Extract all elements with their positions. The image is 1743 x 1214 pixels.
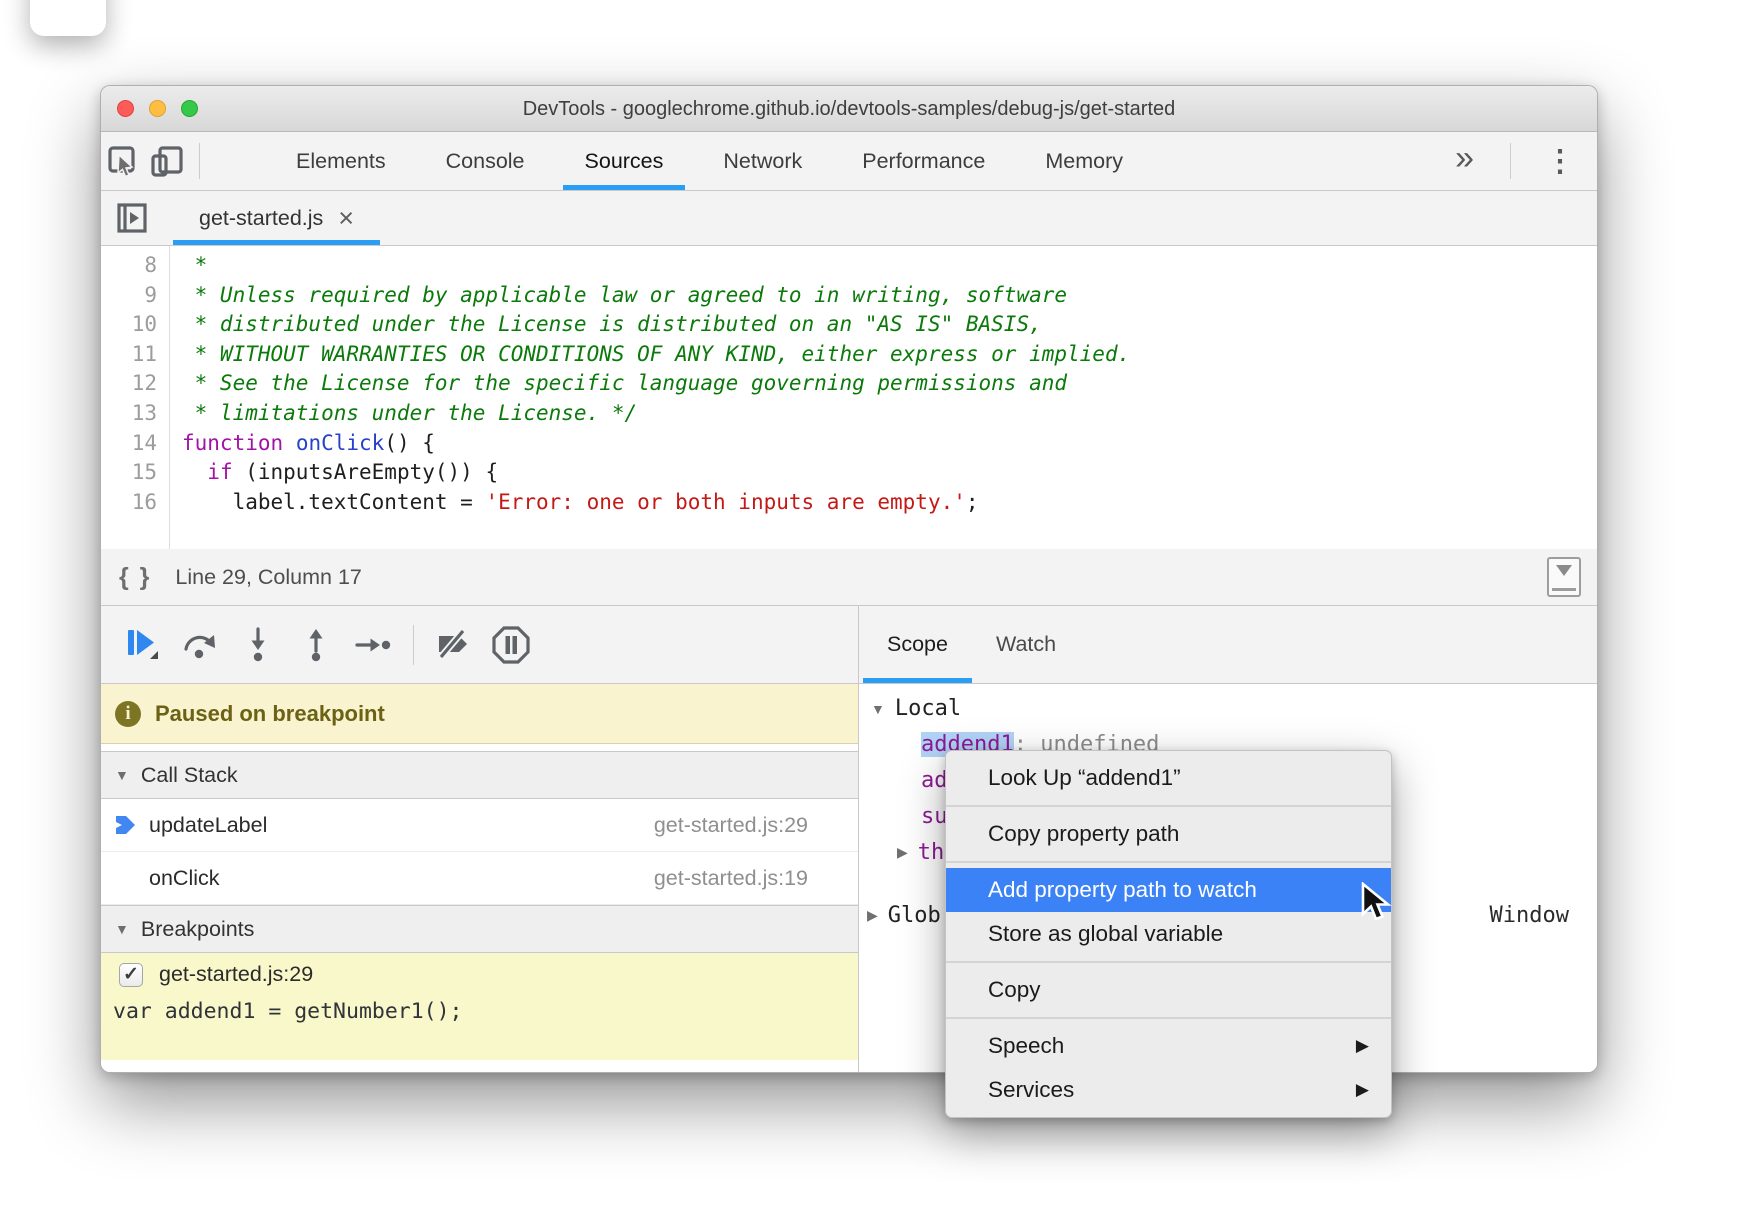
menu-item-services[interactable]: Services ▶ bbox=[946, 1068, 1391, 1112]
resume-script-button[interactable] bbox=[113, 623, 171, 667]
step-out-button[interactable] bbox=[287, 623, 345, 667]
devtools-menu-icon[interactable]: ⋮ bbox=[1521, 132, 1597, 190]
step-button[interactable] bbox=[345, 623, 403, 667]
step-over-button[interactable] bbox=[171, 623, 229, 667]
paused-message-bar: i Paused on breakpoint bbox=[101, 684, 858, 744]
scope-watch-tabs: Scope Watch bbox=[859, 606, 1597, 684]
titlebar[interactable]: DevTools - googlechrome.github.io/devtoo… bbox=[101, 86, 1597, 132]
scope-section-global[interactable]: ▶ Glob bbox=[867, 903, 941, 928]
code-line: 15 if (inputsAreEmpty()) { bbox=[101, 458, 1597, 488]
submenu-arrow-icon: ▶ bbox=[1356, 1024, 1369, 1068]
tab-console[interactable]: Console bbox=[416, 132, 555, 190]
code-line: 9 * Unless required by applicable law or… bbox=[101, 281, 1597, 311]
menu-item-look-up[interactable]: Look Up “addend1” bbox=[946, 756, 1391, 800]
main-toolbar: Elements Console Sources Network Perform… bbox=[101, 132, 1597, 191]
triangle-down-icon[interactable]: ▼ bbox=[115, 921, 129, 937]
sources-file-tabbar: get-started.js × bbox=[101, 191, 1597, 246]
line-number[interactable]: 8 bbox=[101, 251, 169, 281]
inspect-element-icon[interactable] bbox=[101, 132, 145, 190]
tab-memory[interactable]: Memory bbox=[1015, 132, 1153, 190]
breakpoint-source-line: var addend1 = getNumber1(); bbox=[101, 999, 858, 1024]
pretty-print-icon[interactable]: { } bbox=[119, 563, 151, 592]
tab-performance[interactable]: Performance bbox=[832, 132, 1015, 190]
menu-item-copy-property-path[interactable]: Copy property path bbox=[946, 812, 1391, 856]
tab-scope[interactable]: Scope bbox=[863, 606, 972, 683]
call-stack-frame[interactable]: onClick get-started.js:19 bbox=[101, 852, 858, 905]
menu-separator bbox=[946, 800, 1391, 812]
step-into-button[interactable] bbox=[229, 623, 287, 667]
submenu-arrow-icon: ▶ bbox=[1356, 1068, 1369, 1112]
close-file-tab-icon[interactable]: × bbox=[338, 205, 354, 232]
scope-var-partial-expandable[interactable]: ▶ th bbox=[897, 840, 944, 865]
scope-var-partial[interactable]: ad bbox=[921, 768, 948, 793]
line-number[interactable]: 10 bbox=[101, 310, 169, 340]
breakpoint-entry[interactable]: ✓ get-started.js:29 var addend1 = getNum… bbox=[101, 953, 858, 1060]
line-number[interactable]: 16 bbox=[101, 488, 169, 518]
global-scope-value: Window bbox=[1490, 903, 1569, 928]
toolbar-separator-right bbox=[1510, 143, 1511, 179]
editor-status-bar: { } Line 29, Column 17 bbox=[101, 549, 1597, 606]
tab-sources[interactable]: Sources bbox=[555, 132, 694, 190]
debugger-toolbar-separator bbox=[413, 625, 414, 665]
pause-on-exceptions-button[interactable] bbox=[482, 623, 540, 667]
show-navigator-icon[interactable] bbox=[101, 191, 163, 245]
device-toolbar-icon[interactable] bbox=[145, 132, 189, 190]
window-title: DevTools - googlechrome.github.io/devtoo… bbox=[101, 86, 1597, 132]
hide-debugger-panel-icon[interactable] bbox=[1547, 557, 1581, 597]
menu-separator bbox=[946, 856, 1391, 868]
scope-var-partial[interactable]: su bbox=[921, 804, 948, 829]
more-tabs-icon[interactable]: » bbox=[1455, 132, 1500, 190]
menu-item-copy[interactable]: Copy bbox=[946, 968, 1391, 1012]
tab-network[interactable]: Network bbox=[693, 132, 832, 190]
call-stack-frame-current[interactable]: updateLabel get-started.js:29 bbox=[101, 799, 858, 852]
toolbar-separator bbox=[199, 143, 200, 179]
code-editor: 8 * 9 * Unless required by applicable la… bbox=[101, 246, 1597, 549]
code-line: 12 * See the License for the specific la… bbox=[101, 369, 1597, 399]
code-line: 16 label.textContent = 'Error: one or bo… bbox=[101, 488, 1597, 518]
breakpoint-location: get-started.js:29 bbox=[159, 962, 313, 987]
menu-item-add-property-path-to-watch[interactable]: Add property path to watch bbox=[946, 868, 1391, 912]
line-number[interactable]: 9 bbox=[101, 281, 169, 311]
line-number[interactable]: 12 bbox=[101, 369, 169, 399]
info-icon: i bbox=[115, 701, 141, 727]
triangle-right-icon[interactable]: ▶ bbox=[897, 844, 908, 861]
cursor-position-text: Line 29, Column 17 bbox=[175, 565, 361, 590]
file-tab-get-started[interactable]: get-started.js × bbox=[173, 191, 380, 245]
deactivate-breakpoints-button[interactable] bbox=[424, 623, 482, 667]
triangle-down-icon bbox=[1556, 565, 1572, 576]
line-number[interactable]: 14 bbox=[101, 429, 169, 459]
code-line: 13 * limitations under the License. */ bbox=[101, 399, 1597, 429]
screenshot-canvas: DevTools - googlechrome.github.io/devtoo… bbox=[0, 0, 1743, 1214]
paused-message: Paused on breakpoint bbox=[155, 701, 385, 727]
menu-item-speech[interactable]: Speech ▶ bbox=[946, 1024, 1391, 1068]
tab-elements[interactable]: Elements bbox=[266, 132, 416, 190]
panel-tabs: Elements Console Sources Network Perform… bbox=[266, 132, 1153, 190]
breakpoints-header[interactable]: ▼ Breakpoints bbox=[101, 905, 858, 953]
file-tab-label: get-started.js bbox=[199, 206, 323, 231]
tab-watch[interactable]: Watch bbox=[972, 606, 1080, 683]
mouse-cursor bbox=[1360, 882, 1394, 924]
menu-separator bbox=[946, 1012, 1391, 1024]
current-frame-arrow-icon bbox=[113, 813, 139, 837]
triangle-down-icon[interactable]: ▼ bbox=[871, 701, 885, 717]
context-menu: Look Up “addend1” Copy property path Add… bbox=[945, 750, 1392, 1118]
triangle-right-icon[interactable]: ▶ bbox=[867, 907, 878, 924]
code-line: 14 function onClick() { bbox=[101, 429, 1597, 459]
background-window-corner-shadow bbox=[30, 0, 106, 36]
code-line: 10 * distributed under the License is di… bbox=[101, 310, 1597, 340]
call-stack-header[interactable]: ▼ Call Stack bbox=[101, 751, 858, 799]
scope-section-local[interactable]: ▼ Local bbox=[871, 696, 961, 721]
line-number[interactable]: 13 bbox=[101, 399, 169, 429]
line-number[interactable]: 11 bbox=[101, 340, 169, 370]
menu-separator bbox=[946, 956, 1391, 968]
breakpoint-checkbox-checked[interactable]: ✓ bbox=[119, 963, 143, 987]
code-line: 8 * bbox=[101, 251, 1597, 281]
debugger-toolbar bbox=[101, 606, 858, 684]
menu-item-store-as-global-variable[interactable]: Store as global variable bbox=[946, 912, 1391, 956]
triangle-down-icon[interactable]: ▼ bbox=[115, 767, 129, 783]
debugger-sidebar: i Paused on breakpoint ▼ Call Stack upda… bbox=[101, 606, 859, 1072]
line-number[interactable]: 15 bbox=[101, 458, 169, 488]
code-line: 11 * WITHOUT WARRANTIES OR CONDITIONS OF… bbox=[101, 340, 1597, 370]
